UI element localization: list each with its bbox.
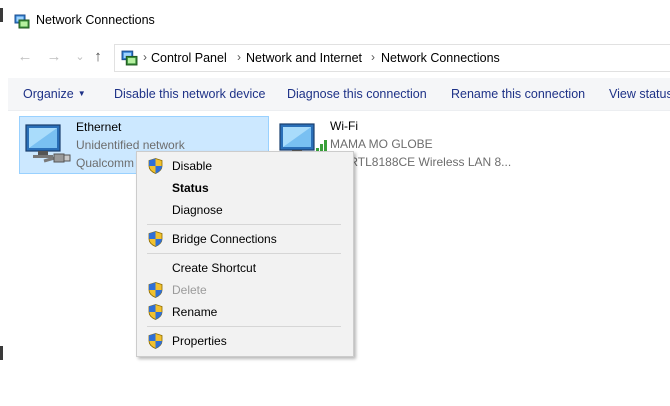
menu-item-label: Create Shortcut [172,261,257,275]
menu-separator [147,253,341,254]
menu-item-bridge-connections[interactable]: Bridge Connections [139,228,351,250]
menu-item-label: Bridge Connections [172,232,277,246]
breadcrumb-control-panel[interactable]: Control Panel [151,51,227,65]
menu-item-label: Rename [172,305,218,319]
menu-item-label: Diagnose [172,203,223,217]
up-button[interactable]: ↑ [89,49,107,65]
organize-label: Organize [23,87,74,101]
breadcrumb-separator[interactable]: › [237,50,241,64]
connection-status: Unidentified network [76,138,185,152]
menu-item-label: Delete [172,283,207,297]
connection-name: Ethernet [76,120,122,134]
view-status-button[interactable]: View status [609,87,670,101]
disable-device-button[interactable]: Disable this network device [114,87,265,101]
edge-mark [0,346,3,360]
address-bar: ← → ⌄ ↑ › Control Panel › Network and In… [8,40,670,74]
uac-shield-icon [148,231,163,247]
uac-shield-icon [148,333,163,349]
breadcrumb-separator[interactable]: › [371,50,375,64]
chevron-down-icon: ▼ [77,89,86,98]
menu-item-create-shortcut[interactable]: Create Shortcut [139,257,351,279]
breadcrumb-separator: › [143,50,147,64]
uac-shield-icon [148,158,163,174]
connection-device: Qualcomm [76,156,135,170]
breadcrumb-network-connections[interactable]: Network Connections [381,51,500,65]
connection-device: tek RTL8188CE Wireless LAN 8... [330,155,512,169]
connection-status: MAMA MO GLOBE [330,137,433,151]
network-connections-icon [14,14,30,29]
menu-separator [147,224,341,225]
menu-item-delete: Delete [139,279,351,301]
breadcrumb[interactable]: › Control Panel › Network and Internet ›… [114,44,670,72]
title-bar: Network Connections [8,0,670,40]
organize-button[interactable]: Organize ▼ [23,87,86,101]
menu-item-status[interactable]: Status [139,177,351,199]
edge-mark [0,8,3,22]
rename-connection-button[interactable]: Rename this connection [451,87,585,101]
menu-separator [147,326,341,327]
ethernet-adapter-icon [25,124,71,163]
diagnose-connection-button[interactable]: Diagnose this connection [287,87,427,101]
command-bar: Organize ▼ Disable this network device Di… [8,78,670,111]
menu-item-diagnose[interactable]: Diagnose [139,199,351,221]
menu-item-rename[interactable]: Rename [139,301,351,323]
menu-item-properties[interactable]: Properties [139,330,351,352]
network-connections-icon [121,50,138,66]
context-menu: Disable Status Diagnose Bridge Connectio… [136,151,354,357]
back-button[interactable]: ← [16,49,34,65]
forward-button[interactable]: → [45,49,63,65]
uac-shield-icon [148,304,163,320]
breadcrumb-network-and-internet[interactable]: Network and Internet [246,51,362,65]
menu-item-label: Status [172,181,209,195]
menu-item-disable[interactable]: Disable [139,155,351,177]
menu-item-label: Disable [172,159,213,173]
connection-name: Wi-Fi [330,119,358,133]
uac-shield-icon [148,282,163,298]
menu-item-label: Properties [172,334,227,348]
recent-locations-dropdown-icon[interactable]: ⌄ [71,49,89,65]
background-window-edge [0,0,5,406]
window-title: Network Connections [36,13,155,27]
